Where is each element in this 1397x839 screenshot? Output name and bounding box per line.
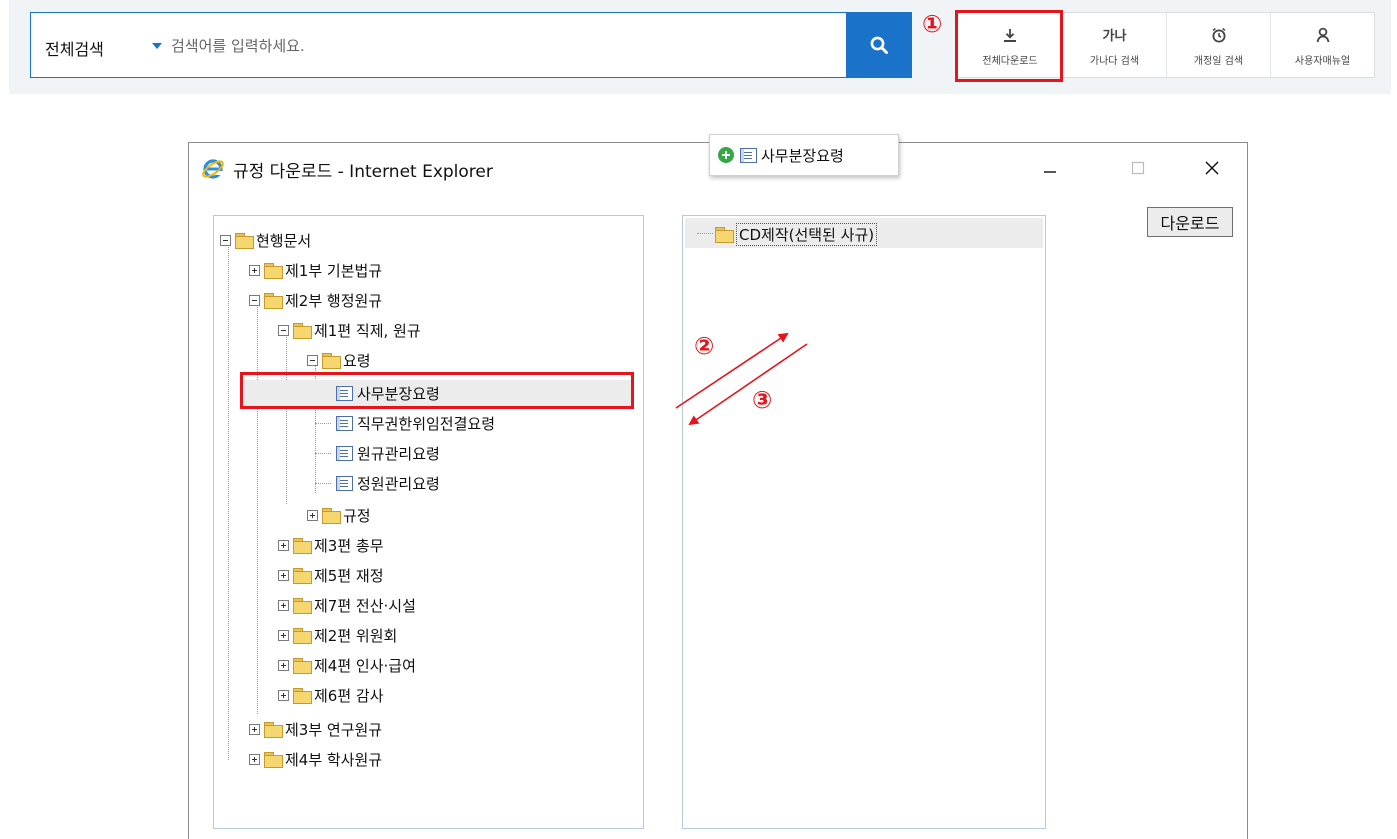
annotation-arrows bbox=[675, 332, 808, 426]
step-2-marker: ② bbox=[694, 332, 715, 360]
screenshot-stage: 전체검색 전체다운로드 가나 가나다 검색 bbox=[0, 0, 1397, 839]
step-3-marker: ③ bbox=[752, 386, 773, 414]
